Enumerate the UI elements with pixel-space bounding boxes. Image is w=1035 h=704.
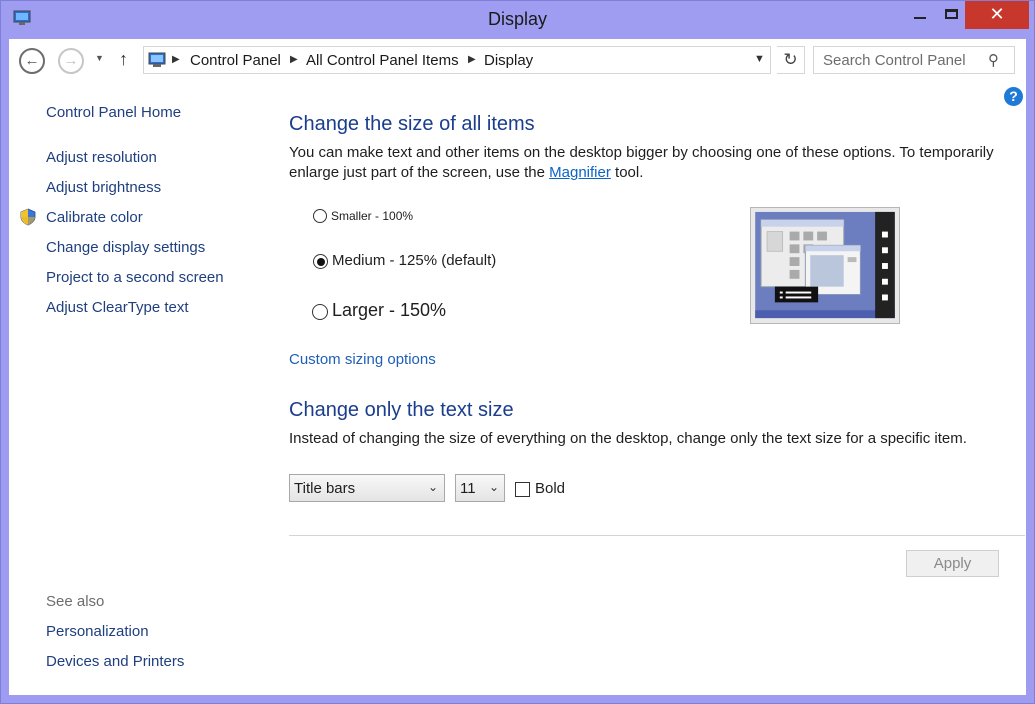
back-arrow-icon: ← [24,52,40,69]
breadcrumb-all-items[interactable]: All Control Panel Items [306,52,459,69]
display-preview-image [750,207,900,324]
magnifier-link[interactable]: Magnifier [549,164,611,181]
breadcrumb-separator-icon[interactable]: ▶ [468,54,476,65]
bold-checkbox[interactable] [515,482,530,497]
navigation-bar: ← → ▼ ↑ ▶ Control Panel ▶ All Control Pa… [9,39,1026,83]
sidebar-control-panel-home[interactable]: Control Panel Home [46,104,181,121]
breadcrumb-display[interactable]: Display [484,52,533,69]
search-input[interactable]: Search Control Panel [823,52,966,69]
radio-smaller-label[interactable]: Smaller - 100% [331,209,413,223]
up-button[interactable]: ↑ [119,49,128,70]
address-dropdown-chevron-icon[interactable]: ▼ [754,53,765,65]
title-bar[interactable]: Display ✕ [1,1,1034,39]
sidebar-item-devices-printers[interactable]: Devices and Printers [46,653,184,670]
sidebar-item-change-display-settings[interactable]: Change display settings [46,239,205,256]
maximize-icon [945,9,958,19]
radio-larger-label[interactable]: Larger - 150% [332,300,446,321]
font-size-dropdown[interactable]: 11 ⌄ [455,474,505,502]
forward-arrow-icon: → [63,52,79,69]
apply-button[interactable]: Apply [906,550,999,577]
font-size-value: 11 [460,480,476,497]
radio-medium[interactable] [313,254,328,269]
refresh-button[interactable]: ↻ [777,46,805,74]
radio-smaller[interactable] [313,209,327,223]
recent-locations-chevron-icon[interactable]: ▼ [95,53,104,63]
up-arrow-icon: ↑ [119,49,128,69]
address-bar[interactable]: ▶ Control Panel ▶ All Control Panel Item… [143,46,771,74]
minimize-icon [914,17,926,19]
shield-icon [20,208,36,226]
bold-checkbox-label[interactable]: Bold [535,480,565,497]
sidebar-item-project-second-screen[interactable]: Project to a second screen [46,269,224,286]
content-area: ? Control Panel Home Adjust resolution A… [9,83,1026,695]
text-size-description: Instead of changing the size of everythi… [289,430,967,447]
chevron-down-icon: ⌄ [489,480,500,494]
radio-medium-label[interactable]: Medium - 125% (default) [332,252,496,269]
sidebar-item-adjust-cleartype[interactable]: Adjust ClearType text [46,299,189,316]
window-title: Display [487,9,548,29]
size-desc-tail: tool. [610,164,644,181]
radio-larger[interactable] [312,304,328,320]
sidebar-item-adjust-resolution[interactable]: Adjust resolution [46,149,157,166]
help-icon[interactable]: ? [1004,87,1023,106]
forward-button[interactable]: → [58,48,84,74]
see-also-heading: See also [46,593,105,610]
breadcrumb-separator-icon[interactable]: ▶ [290,54,298,65]
breadcrumb-separator-icon[interactable]: ▶ [172,54,180,65]
breadcrumb-control-panel[interactable]: Control Panel [190,52,281,69]
back-button[interactable]: ← [19,48,45,74]
item-select-value: Title bars [294,480,356,497]
sidebar-item-calibrate-color[interactable]: Calibrate color [46,209,143,226]
search-icon[interactable]: ⚲ [988,51,999,69]
close-icon: ✕ [989,4,1005,24]
item-select-dropdown[interactable]: Title bars ⌄ [289,474,445,502]
size-section-description: You can make text and other items on the… [289,143,1009,183]
size-section-heading: Change the size of all items [289,113,535,135]
close-button[interactable]: ✕ [965,1,1029,29]
sidebar-item-adjust-brightness[interactable]: Adjust brightness [46,179,161,196]
section-divider [289,535,1025,536]
control-panel-icon [148,52,166,67]
text-size-section-heading: Change only the text size [289,399,514,421]
radio-selected-dot [317,258,325,266]
custom-sizing-options-link[interactable]: Custom sizing options [289,351,436,368]
chevron-down-icon: ⌄ [428,480,439,494]
sidebar-item-personalization[interactable]: Personalization [46,623,149,640]
search-box[interactable]: Search Control Panel ⚲ [813,46,1015,74]
display-window: Display ✕ ← → ▼ ↑ ▶ Control Panel ▶ All … [0,0,1035,704]
refresh-icon: ↻ [783,50,798,69]
